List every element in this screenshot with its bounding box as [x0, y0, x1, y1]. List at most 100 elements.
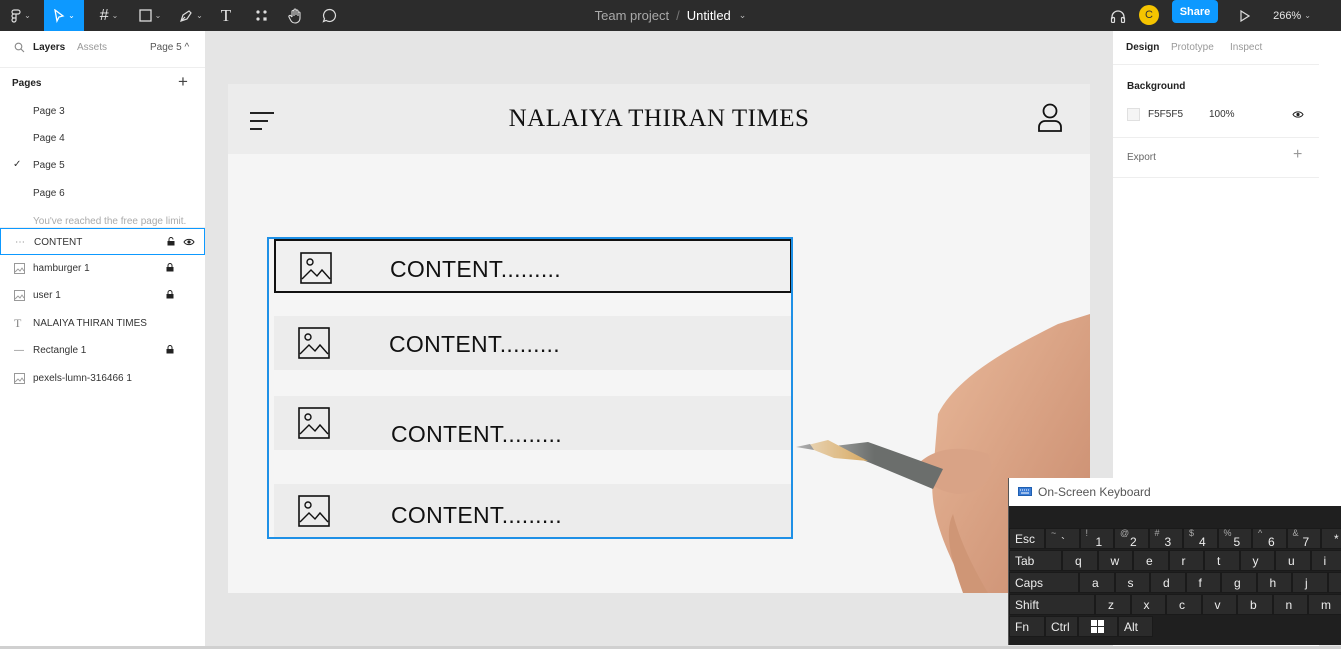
- key-j[interactable]: j: [1292, 572, 1328, 593]
- lock-icon[interactable]: [166, 345, 174, 354]
- move-tool-button[interactable]: ⌄: [44, 0, 84, 31]
- key-tab[interactable]: Tab: [1009, 550, 1062, 571]
- key-w[interactable]: w: [1097, 550, 1133, 571]
- key-windows[interactable]: [1078, 616, 1118, 637]
- key-a[interactable]: a: [1079, 572, 1115, 593]
- file-name[interactable]: Untitled: [687, 8, 731, 23]
- key-g[interactable]: g: [1221, 572, 1257, 593]
- share-button[interactable]: Share: [1172, 0, 1218, 23]
- layer-label: Rectangle 1: [33, 345, 87, 356]
- key-$4[interactable]: $4: [1183, 528, 1218, 549]
- key-!1[interactable]: ! 1: [1079, 528, 1114, 549]
- eye-icon[interactable]: [183, 238, 195, 246]
- key-shift[interactable]: Shift: [1009, 594, 1095, 615]
- key-caps[interactable]: Caps: [1009, 572, 1079, 593]
- key-z[interactable]: z: [1095, 594, 1131, 615]
- key-ctrl[interactable]: Ctrl: [1045, 616, 1078, 637]
- tab-design[interactable]: Design: [1126, 42, 1159, 53]
- project-name[interactable]: Team project: [595, 8, 669, 23]
- page-limit-note: You've reached the free page limit.: [33, 216, 187, 227]
- key-&7[interactable]: & 7: [1286, 528, 1321, 549]
- key-f[interactable]: f: [1185, 572, 1221, 593]
- key-esc[interactable]: Esc: [1009, 528, 1045, 549]
- color-swatch[interactable]: [1127, 108, 1140, 121]
- design-frame[interactable]: NALAIYA THIRAN TIMES CONTENT......... CO…: [228, 84, 1090, 593]
- key-#3[interactable]: #3: [1148, 528, 1183, 549]
- layer-row-photo[interactable]: pexels-lumn-316466 1: [0, 365, 205, 392]
- key-c[interactable]: c: [1166, 594, 1202, 615]
- zoom-dropdown[interactable]: 266% ⌄: [1268, 0, 1316, 31]
- lock-icon[interactable]: [166, 263, 174, 272]
- key-d[interactable]: d: [1150, 572, 1186, 593]
- key-b[interactable]: b: [1237, 594, 1273, 615]
- key-v[interactable]: v: [1201, 594, 1237, 615]
- layer-row-rectangle[interactable]: — Rectangle 1: [0, 337, 205, 364]
- zoom-level: 266%: [1273, 9, 1302, 22]
- selection-outline[interactable]: [267, 237, 793, 539]
- key-e[interactable]: e: [1133, 550, 1169, 571]
- key-fn[interactable]: Fn: [1009, 616, 1045, 637]
- key-s[interactable]: s: [1114, 572, 1150, 593]
- key-q[interactable]: q: [1062, 550, 1098, 571]
- key-n[interactable]: n: [1272, 594, 1308, 615]
- key-x[interactable]: x: [1130, 594, 1166, 615]
- comment-tool-button[interactable]: [317, 0, 341, 31]
- eye-icon[interactable]: [1292, 110, 1304, 119]
- key-*[interactable]: *: [1321, 528, 1341, 549]
- page-item[interactable]: Page 6: [0, 181, 205, 208]
- tab-layers[interactable]: Layers: [33, 42, 65, 53]
- key-i[interactable]: i: [1310, 550, 1341, 571]
- key-t[interactable]: t: [1204, 550, 1240, 571]
- unlock-icon[interactable]: [167, 237, 175, 246]
- add-export-button[interactable]: +: [1293, 146, 1302, 164]
- present-button[interactable]: [1233, 0, 1255, 31]
- tab-assets[interactable]: Assets: [77, 42, 107, 53]
- key-%5[interactable]: % 5: [1217, 528, 1252, 549]
- design-canvas[interactable]: NALAIYA THIRAN TIMES CONTENT......... CO…: [206, 31, 1112, 646]
- key-alt[interactable]: Alt: [1118, 616, 1153, 637]
- shape-tool-button[interactable]: ⌄: [133, 0, 167, 31]
- page-item-current[interactable]: ✓ Page 5: [0, 153, 205, 180]
- key-r[interactable]: r: [1168, 550, 1204, 571]
- frame-tool-button[interactable]: # ⌄: [92, 0, 126, 31]
- background-hex[interactable]: F5F5F5: [1148, 109, 1183, 120]
- chevron-down-icon[interactable]: ⌄: [739, 10, 747, 21]
- key-label: Fn: [1015, 620, 1030, 634]
- layer-row-content[interactable]: ⋯ CONTENT: [0, 228, 205, 255]
- text-tool-button[interactable]: T: [214, 0, 238, 31]
- main-menu-button[interactable]: ⌄: [6, 0, 36, 31]
- resources-button[interactable]: [249, 0, 273, 31]
- page-selector[interactable]: Page 5 ^: [150, 42, 189, 53]
- background-opacity[interactable]: 100%: [1209, 109, 1235, 120]
- key-k[interactable]: k: [1327, 572, 1341, 593]
- key-@2[interactable]: @2: [1114, 528, 1149, 549]
- add-page-button[interactable]: +: [178, 72, 188, 92]
- search-icon[interactable]: [14, 42, 25, 53]
- osk-titlebar[interactable]: On-Screen Keyboard: [1009, 478, 1341, 506]
- tab-prototype[interactable]: Prototype: [1171, 42, 1214, 53]
- tab-inspect[interactable]: Inspect: [1230, 42, 1262, 53]
- key-u[interactable]: u: [1275, 550, 1311, 571]
- avatar[interactable]: C: [1139, 5, 1159, 25]
- lock-icon[interactable]: [166, 290, 174, 299]
- layer-row-title-text[interactable]: T NALAIYA THIRAN TIMES: [0, 310, 205, 337]
- layer-row-hamburger[interactable]: hamburger 1: [0, 255, 205, 282]
- key-~`[interactable]: ~ `: [1045, 528, 1080, 549]
- page-item-label: Page 4: [33, 133, 65, 144]
- on-screen-keyboard[interactable]: On-Screen Keyboard Esc ~ `! 1 @2 #3 $4% 5 ^ 6 & 7 * T…: [1008, 478, 1341, 645]
- masthead-title[interactable]: NALAIYA THIRAN TIMES: [228, 105, 1090, 133]
- key-label: w: [1110, 554, 1120, 568]
- page-item[interactable]: Page 4: [0, 126, 205, 153]
- background-fill-row[interactable]: F5F5F5 100%: [1127, 107, 1307, 123]
- audio-button[interactable]: [1107, 0, 1129, 31]
- key-^6[interactable]: ^ 6: [1252, 528, 1287, 549]
- pen-tool-button[interactable]: ⌄: [174, 0, 208, 31]
- user-icon[interactable]: [1037, 103, 1063, 133]
- layer-row-user[interactable]: user 1: [0, 282, 205, 309]
- hand-tool-button[interactable]: [283, 0, 307, 31]
- page-item[interactable]: Page 3: [0, 99, 205, 126]
- key-h[interactable]: h: [1256, 572, 1292, 593]
- layer-label: pexels-lumn-316466 1: [33, 373, 132, 384]
- key-y[interactable]: y: [1239, 550, 1275, 571]
- key-m[interactable]: m: [1308, 594, 1341, 615]
